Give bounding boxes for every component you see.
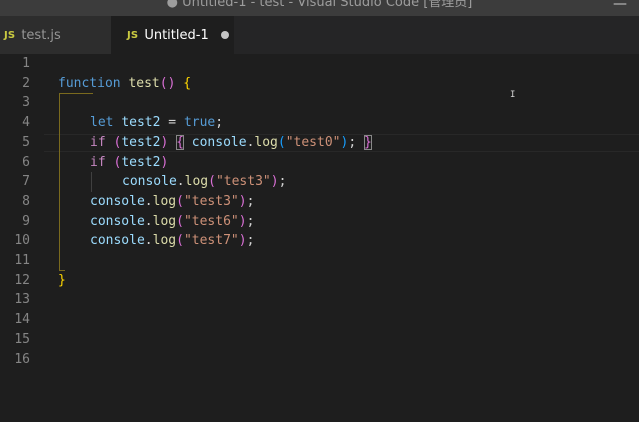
string-token: "test7" — [183, 233, 239, 249]
bracket-pair-guide — [59, 93, 60, 272]
javascript-file-icon: JS — [4, 29, 16, 41]
paren-token: () — [159, 75, 176, 91]
dot-token: . — [144, 213, 153, 229]
operator-token: = — [160, 115, 184, 131]
paren-token: ) — [160, 134, 169, 150]
tab-label: test.js — [21, 27, 61, 43]
code-line-5[interactable]: if (test2) { console.log("test0"); } — [90, 133, 372, 153]
line-number: 6 — [22, 154, 30, 170]
line-number: 16 — [14, 351, 30, 367]
line-number: 3 — [22, 95, 30, 111]
paren-token: ( — [208, 174, 216, 190]
object-token: console — [90, 193, 145, 209]
line-number: 11 — [14, 253, 30, 268]
string-token: "test3" — [183, 193, 239, 209]
line-number: 14 — [14, 312, 30, 328]
tab-bar: JS test.js JS Untitled-1 — [0, 16, 639, 54]
method-token: log — [184, 174, 209, 190]
paren-token: ) — [270, 174, 279, 190]
tab-untitled-1[interactable]: JS Untitled-1 — [111, 16, 234, 54]
variable-token: test2 — [121, 134, 161, 150]
bracket-pair-guide-top — [59, 93, 93, 95]
title-bar: ● Untitled-1 - test - Visual Studio Code… — [0, 0, 639, 16]
paren-token: ) — [160, 154, 169, 170]
line-number: 4 — [22, 115, 30, 131]
tab-label: Untitled-1 — [144, 27, 209, 43]
code-line-9[interactable]: console.log("test6"); — [90, 212, 254, 232]
line-number: 9 — [22, 213, 30, 229]
keyword-token: function — [58, 75, 121, 91]
indent-guide — [91, 172, 92, 192]
paren-token: ( — [277, 134, 286, 150]
line-number: 2 — [22, 75, 30, 91]
mouse-text-cursor-icon: I — [510, 90, 516, 100]
string-token: "test6" — [183, 213, 239, 229]
paren-token: ( — [176, 213, 184, 229]
brace-token: { — [183, 75, 192, 91]
method-token: log — [152, 213, 177, 229]
object-token: console — [191, 134, 247, 150]
paren-token: ) — [238, 233, 247, 249]
code-line-10[interactable]: console.log("test7"); — [90, 231, 254, 251]
dot-token: . — [144, 193, 153, 209]
code-line-8[interactable]: console.log("test3"); — [90, 192, 254, 212]
dot-token: . — [176, 174, 185, 190]
string-token: "test0" — [285, 134, 341, 150]
code-line-2[interactable]: function test() { — [58, 74, 191, 94]
code-editor[interactable]: 1 2 3 4 5 6 7 8 9 10 11 12 13 14 15 16 f… — [0, 54, 639, 422]
paren-token: ( — [176, 233, 184, 249]
function-name-token: test — [128, 75, 160, 91]
matched-brace-token: { — [176, 134, 184, 150]
paren-token: ) — [238, 193, 247, 209]
semicolon-token: ; — [348, 134, 357, 150]
object-token: console — [90, 233, 145, 249]
line-number-gutter: 1 2 3 4 5 6 7 8 9 10 11 12 13 14 15 16 — [0, 54, 44, 422]
matched-brace-token: } — [363, 134, 372, 150]
keyword-token: if — [90, 154, 106, 170]
unsaved-changes-icon[interactable] — [220, 31, 229, 39]
keyword-token: let — [90, 115, 114, 131]
method-token: log — [152, 233, 177, 249]
method-token: log — [254, 134, 278, 150]
line-number: 1 — [22, 56, 30, 71]
minimize-button[interactable]: — — [613, 0, 627, 12]
code-line-6[interactable]: if (test2) — [90, 153, 168, 173]
code-line-7[interactable]: console.log("test3"); — [122, 172, 286, 192]
window-title: ● Untitled-1 - test - Visual Studio Code… — [166, 0, 473, 10]
semicolon-token: ; — [246, 213, 255, 229]
code-line-12[interactable]: } — [58, 271, 66, 291]
string-token: "test3" — [215, 174, 271, 190]
code-line-4[interactable]: let test2 = true; — [90, 113, 223, 133]
line-number: 7 — [22, 174, 30, 190]
semicolon-token: ; — [215, 115, 224, 131]
variable-token: test2 — [121, 115, 161, 131]
semicolon-token: ; — [246, 193, 255, 209]
variable-token: test2 — [121, 154, 161, 170]
object-token: console — [90, 213, 145, 229]
line-number: 5 — [22, 134, 30, 150]
brace-token: } — [58, 272, 66, 288]
line-number: 8 — [22, 193, 30, 209]
dot-token: . — [144, 233, 153, 249]
keyword-token: if — [90, 134, 106, 150]
paren-token: ( — [176, 193, 184, 209]
method-token: log — [152, 193, 177, 209]
line-number: 13 — [14, 292, 30, 308]
boolean-token: true — [183, 115, 216, 131]
tab-test-js[interactable]: JS test.js — [0, 16, 111, 54]
semicolon-token: ; — [246, 233, 255, 249]
javascript-file-icon: JS — [127, 29, 139, 41]
line-number: 15 — [14, 331, 30, 347]
paren-token: ) — [238, 213, 247, 229]
object-token: console — [122, 174, 177, 190]
line-number: 12 — [14, 272, 30, 288]
line-number: 10 — [14, 233, 30, 249]
semicolon-token: ; — [278, 174, 287, 190]
